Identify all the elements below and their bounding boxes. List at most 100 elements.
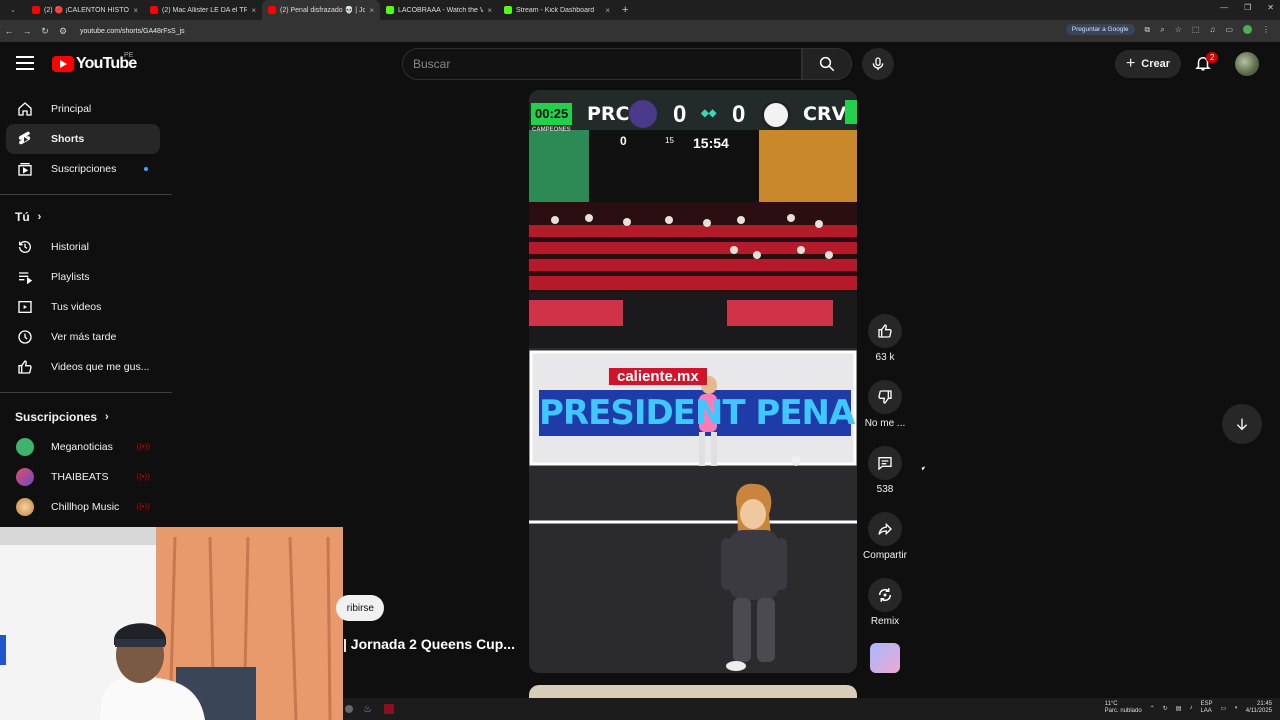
search-input[interactable]: Buscar bbox=[402, 48, 802, 80]
sidebar-item-liked-videos[interactable]: Videos que me gus... bbox=[6, 352, 160, 382]
language-indicator[interactable]: ESP LAA bbox=[1200, 701, 1212, 715]
channel-name: THAIBEATS bbox=[51, 471, 109, 483]
channel-avatar bbox=[16, 468, 34, 486]
new-tab-button[interactable]: + bbox=[622, 4, 628, 16]
close-tab-icon[interactable]: × bbox=[605, 6, 610, 15]
zoom-icon[interactable]: ⌕ bbox=[1160, 25, 1164, 35]
sidebar-item-label: Videos que me gus... bbox=[51, 361, 150, 373]
short-video-player[interactable]: 00:25 PRC 0 ◆◆ 0 CRV CAMPEONES 0 15 15:5… bbox=[529, 90, 857, 673]
back-icon[interactable]: ← bbox=[0, 26, 18, 36]
display-icon[interactable]: ▭ bbox=[1220, 705, 1226, 712]
sidebar-item-playlists[interactable]: Playlists bbox=[6, 262, 160, 292]
sidebar-item-tus-videos[interactable]: Tus videos bbox=[6, 292, 160, 322]
address-bar-actions: Preguntar a Google ⧉ ⌕ ☆ ⬚ ♫ ▭ ⋮ bbox=[1065, 24, 1270, 35]
youtube-favicon-icon bbox=[150, 6, 158, 14]
url-field[interactable]: youtube.com/shorts/GA48rFsS_js bbox=[80, 28, 185, 35]
close-tab-icon[interactable]: × bbox=[369, 6, 374, 15]
browser-tab[interactable]: (2) Mac Allister LE DA el TRI × bbox=[144, 0, 262, 20]
channel-avatar bbox=[16, 438, 34, 456]
share-button[interactable]: Compartir bbox=[858, 512, 912, 561]
voice-search-button[interactable] bbox=[862, 48, 894, 80]
next-short-button[interactable] bbox=[1222, 404, 1262, 444]
tab-search-icon[interactable]: ⌄ bbox=[0, 6, 26, 14]
dislike-label: No me ... bbox=[864, 418, 906, 429]
chevron-up-icon[interactable]: ⌃ bbox=[1150, 705, 1155, 712]
microphone-tray-icon[interactable]: ♪ bbox=[1189, 705, 1192, 711]
search-button[interactable] bbox=[802, 48, 852, 80]
channel-name: Meganoticias bbox=[51, 441, 113, 453]
close-window-icon[interactable]: ✕ bbox=[1267, 3, 1274, 12]
profile-icon[interactable] bbox=[1243, 25, 1252, 34]
network-icon[interactable]: ▤ bbox=[1176, 705, 1182, 712]
forward-icon[interactable]: → bbox=[18, 26, 36, 36]
browser-menu-icon[interactable]: ⋮ bbox=[1262, 25, 1270, 34]
dislike-button[interactable]: No me ... bbox=[858, 380, 912, 429]
browser-tab-bar: ⌄ (2) 🔴 ¡CALENTÓN HISTÓRICO! × (2) Mac Al… bbox=[0, 0, 1280, 20]
browser-tab[interactable]: LACOBRAAA - Watch the V × bbox=[380, 0, 498, 20]
minimize-icon[interactable]: — bbox=[1220, 3, 1228, 12]
home-icon bbox=[16, 100, 34, 118]
like-button[interactable]: 63 k bbox=[858, 314, 912, 363]
app-icon[interactable] bbox=[345, 705, 353, 713]
sidebar-channel-meganoticias[interactable]: Meganoticias ((•)) bbox=[6, 432, 160, 462]
sync-icon[interactable]: ↻ bbox=[1163, 705, 1168, 712]
weather-widget[interactable]: 11°C Parc. nublado bbox=[1105, 701, 1142, 715]
browser-tab[interactable]: (2) 🔴 ¡CALENTÓN HISTÓRICO! × bbox=[26, 0, 144, 20]
steam-icon[interactable]: ♨ bbox=[363, 704, 372, 715]
browser-tab-active[interactable]: (2) Penal disfrazado 💀 | Jo × bbox=[262, 0, 380, 20]
app-icon[interactable] bbox=[383, 704, 394, 714]
split-icon[interactable]: ▭ bbox=[1225, 25, 1233, 34]
webcam-overlay bbox=[0, 527, 343, 720]
bookmark-star-icon[interactable]: ☆ bbox=[1175, 25, 1182, 34]
remix-button[interactable]: Remix bbox=[858, 578, 912, 627]
clock-date: 4/11/2025 bbox=[1245, 708, 1272, 714]
browser-tab[interactable]: Stream - Kick Dashboard × bbox=[498, 0, 616, 20]
sidebar: Principal Shorts Suscripciones Tú › Hist… bbox=[0, 86, 172, 526]
game-time: 15:54 bbox=[693, 135, 729, 151]
your-videos-icon bbox=[16, 298, 34, 316]
close-tab-icon[interactable]: × bbox=[487, 6, 492, 15]
kick-favicon-icon bbox=[386, 6, 394, 14]
share-icon bbox=[878, 522, 892, 536]
site-info-icon[interactable]: ⚙ bbox=[54, 26, 72, 37]
reload-icon[interactable]: ↻ bbox=[36, 26, 54, 37]
hamburger-menu-icon[interactable] bbox=[16, 56, 34, 70]
sponsor-banner: caliente.mx bbox=[609, 368, 707, 385]
small-number: 15 bbox=[665, 136, 674, 145]
sidebar-you-header[interactable]: Tú › bbox=[15, 210, 41, 224]
sidebar-item-ver-mas-tarde[interactable]: Ver más tarde bbox=[6, 322, 160, 352]
sidebar-channel-thaibeats[interactable]: THAIBEATS ((•)) bbox=[6, 462, 160, 492]
close-tab-icon[interactable]: × bbox=[251, 6, 256, 15]
live-icon: ((•)) bbox=[136, 472, 150, 481]
sidebar-item-historial[interactable]: Historial bbox=[6, 232, 160, 262]
windows-taskbar: ♨ 11°C Parc. nublado ⌃ ↻ ▤ ♪ ESP LAA ▭ ◖… bbox=[343, 698, 1280, 720]
notification-badge: 2 bbox=[1206, 52, 1219, 63]
create-button[interactable]: + Crear bbox=[1115, 50, 1181, 78]
youtube-header: YouTube PE Buscar + Crear 2 bbox=[0, 42, 1280, 86]
youtube-favicon-icon bbox=[268, 6, 276, 14]
account-avatar[interactable] bbox=[1235, 52, 1259, 76]
tab-title: (2) Penal disfrazado 💀 | Jo bbox=[280, 7, 366, 14]
subscribe-button[interactable]: ribirse bbox=[336, 595, 384, 621]
close-tab-icon[interactable]: × bbox=[133, 6, 138, 15]
sidebar-item-suscripciones[interactable]: Suscripciones bbox=[6, 154, 160, 184]
system-tray: 11°C Parc. nublado ⌃ ↻ ▤ ♪ ESP LAA ▭ ◖ 2… bbox=[1105, 701, 1272, 715]
goal-banner-text: PRESIDENT PENALTY bbox=[539, 393, 857, 433]
home-team: PRC bbox=[587, 103, 630, 125]
sidebar-subscriptions-header[interactable]: Suscripciones › bbox=[15, 410, 109, 424]
clock[interactable]: 21:45 4/11/2025 bbox=[1246, 701, 1272, 715]
ask-google-button[interactable]: Preguntar a Google bbox=[1065, 24, 1135, 35]
extensions-icon[interactable]: ⬚ bbox=[1192, 25, 1200, 34]
restore-icon[interactable]: ❐ bbox=[1244, 3, 1251, 12]
sound-thumbnail[interactable] bbox=[870, 643, 900, 673]
media-icon[interactable]: ♫ bbox=[1209, 25, 1215, 34]
volume-icon[interactable]: ◖ bbox=[1234, 705, 1238, 711]
sidebar-item-shorts[interactable]: Shorts bbox=[6, 124, 160, 154]
weather-desc: Parc. nublado bbox=[1104, 708, 1142, 714]
chevron-right-icon: › bbox=[37, 211, 42, 223]
install-icon[interactable]: ⧉ bbox=[1145, 25, 1151, 35]
sidebar-item-principal[interactable]: Principal bbox=[6, 94, 160, 124]
short-title[interactable]: | Jornada 2 Queens Cup... bbox=[343, 636, 515, 652]
sidebar-channel-chillhop[interactable]: Chillhop Music ((•)) bbox=[6, 492, 160, 522]
comments-button[interactable]: 538 bbox=[858, 446, 912, 495]
